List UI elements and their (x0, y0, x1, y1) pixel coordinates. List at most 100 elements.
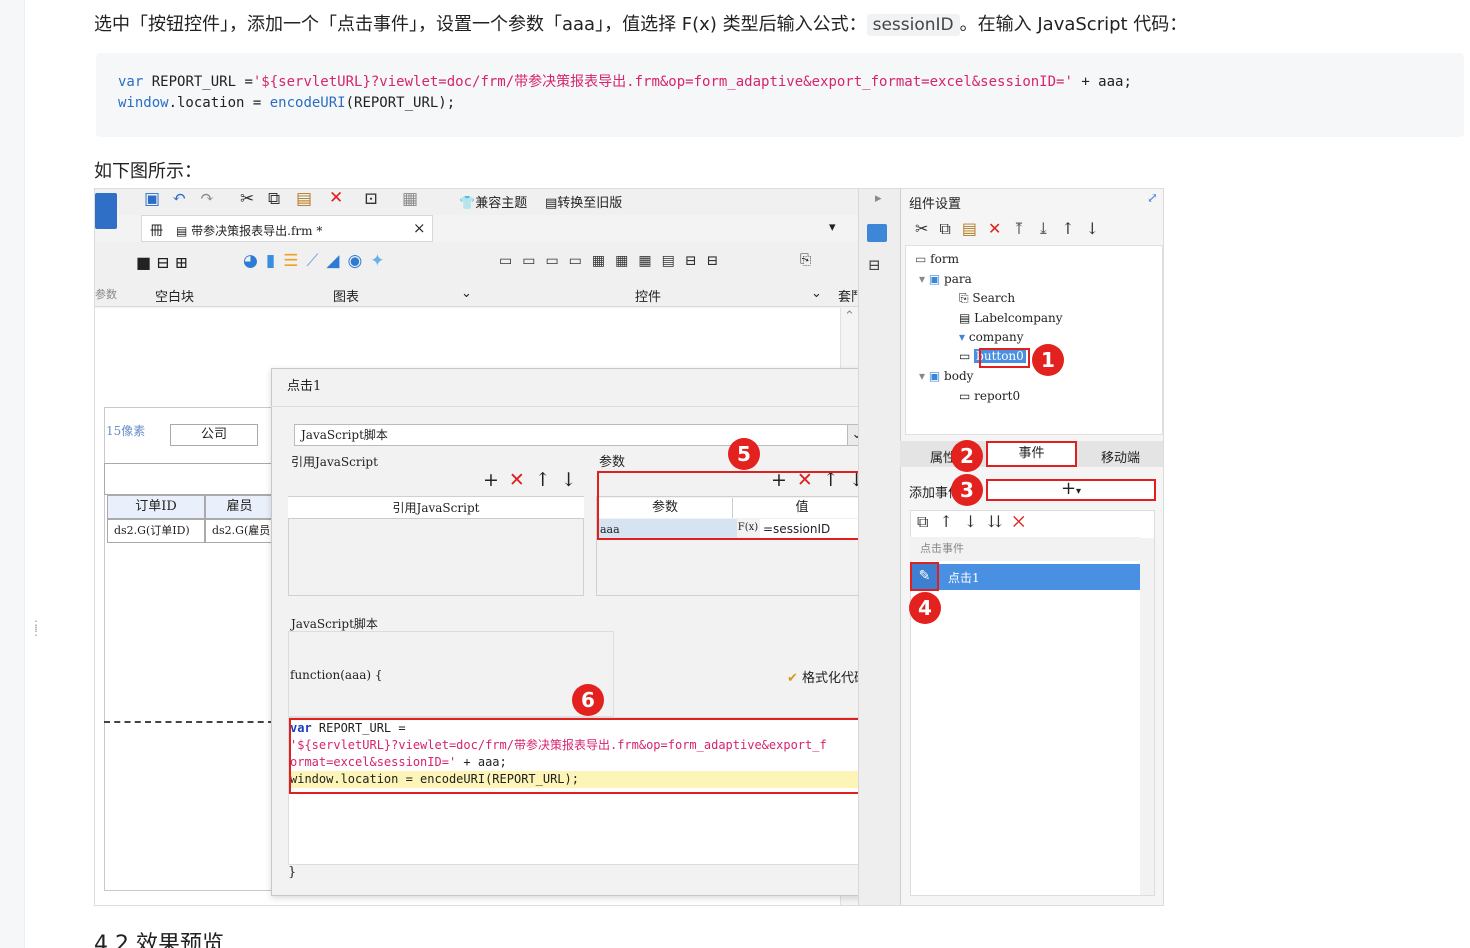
ref-add-icon[interactable]: + (483, 469, 509, 491)
convert-old-button[interactable]: ▤转换至旧版 (545, 192, 622, 211)
code-block: var REPORT_URL ='${servletURL}?viewlet=d… (96, 53, 1464, 137)
delete-icon[interactable]: ✕ (329, 189, 343, 208)
intro-text: 选中「按钮控件」，添加一个「点击事件」，设置一个参数「aaa」，值选择 F(x)… (94, 14, 867, 35)
code-highlight-box (289, 718, 874, 794)
dialog-title: 点击1 (287, 379, 322, 394)
ref-js-column: 引用JavaScript (288, 497, 584, 519)
code-object: window (118, 95, 169, 111)
side-dock (858, 189, 900, 905)
tree-search-label: Search (972, 291, 1016, 305)
tab-event[interactable]: 事件 (986, 441, 1077, 467)
cell-order[interactable]: ds2.G(订单ID) (107, 519, 205, 543)
dock-component-icon[interactable] (867, 224, 887, 242)
designer-screenshot: ▣ ↶ ↷ ✂ ⧉ ▤ ✕ ⊡ ▦ 👕兼容主题 ▤转换至旧版 冊 ▤ 带参决策报… (94, 188, 1164, 906)
cell-emp[interactable]: ds2.G(雇员 (205, 519, 274, 543)
tree-body[interactable]: ▾ ▣ body (919, 369, 973, 383)
chart-expand-icon[interactable]: ⌄ (461, 286, 472, 301)
panel-bottom-icon[interactable]: ⤓ (1037, 219, 1061, 238)
widget-icons[interactable]: ▭▭▭▭▦▦▦▤⊟⊟ (499, 253, 728, 269)
pin-icon[interactable]: ▾ (829, 220, 836, 235)
code-text: .location = (168, 95, 270, 111)
tree-body-label: body (944, 369, 974, 383)
tree-form-label: form (930, 252, 959, 266)
edit-event-icon[interactable]: ✎ (910, 562, 939, 591)
event-copy-icon[interactable]: ⧉ (917, 512, 939, 531)
panel-down-icon[interactable]: ↓ (1086, 219, 1110, 238)
code-text: REPORT_URL = (143, 74, 253, 90)
event-sort-icon[interactable]: ⇊ (988, 512, 1012, 531)
tree-company-label: company (968, 330, 1024, 344)
event-list-scrollbar[interactable] (1140, 538, 1154, 895)
tree-search[interactable]: ⎘ Search (959, 291, 1015, 306)
event-down-icon[interactable]: ↓ (964, 512, 988, 531)
save-icon[interactable]: ▣ (144, 189, 160, 209)
col-order-header[interactable]: 订单ID (107, 495, 205, 519)
event-delete-icon[interactable]: ✕ (1013, 512, 1036, 531)
panel-cut-icon[interactable]: ✂ (915, 219, 939, 238)
func-close: } (288, 865, 297, 880)
tab-close-icon[interactable]: × (413, 219, 426, 237)
event-toolbar: ⧉↑↓⇊✕ (917, 512, 1036, 532)
copy-icon[interactable]: ⧉ (268, 189, 280, 209)
dialog-divider (271, 406, 890, 407)
panel-delete-icon[interactable]: ✕ (988, 219, 1012, 238)
tree-para[interactable]: ▾ ▣ para (919, 272, 972, 286)
script-type-value: JavaScript脚本 (301, 428, 388, 442)
code-function: encodeURI (269, 95, 346, 111)
ref-js-tools: +✕↑↓ (483, 469, 587, 491)
blank-block-icons[interactable]: ■ ⊟ ⊞ (136, 253, 188, 272)
page-break-line (104, 721, 274, 723)
panel-expand-icon[interactable]: ⤢ (1147, 191, 1158, 206)
tab-mobile[interactable]: 移动端 (1101, 447, 1140, 466)
tree-report0[interactable]: ▭ report0 (959, 389, 1020, 403)
convert-old-label: 转换至旧版 (557, 196, 623, 211)
paste-icon[interactable]: ▤ (296, 189, 312, 209)
pixels-label: 15像素 (106, 424, 146, 438)
panel-copy-icon[interactable]: ⧉ (939, 219, 961, 238)
compat-theme-label: 兼容主题 (475, 196, 528, 211)
tree-report0-label: report0 (974, 389, 1021, 403)
tree-company[interactable]: ▾ company (959, 330, 1024, 344)
tab-title: 带参决策报表导出.frm * (191, 224, 323, 238)
event-item[interactable] (910, 564, 1143, 590)
code-text: (REPORT_URL); (345, 95, 456, 111)
template-icon[interactable]: ▦ (402, 189, 418, 209)
dock-layout-icon[interactable]: ⊟ (868, 256, 881, 274)
redo-icon[interactable]: ↷ (200, 189, 214, 208)
col-emp-header[interactable]: 雇员 (205, 495, 274, 519)
chart-icons[interactable]: ◕▮☰⟋◢◉✦ (243, 251, 393, 271)
ref-down-icon[interactable]: ↓ (561, 469, 587, 491)
report-header-box (104, 463, 274, 495)
script-label: JavaScript脚本 (291, 617, 378, 631)
compat-theme-button[interactable]: 👕兼容主题 (459, 192, 527, 211)
event-up-icon[interactable]: ↑ (939, 512, 963, 531)
widget-expand-icon[interactable]: ⌄ (811, 286, 822, 301)
panel-toolbar: ✂⧉▤✕⤒⤓↑↓ (915, 219, 1110, 239)
add-event-button[interactable]: +▾ (986, 479, 1156, 501)
inline-code-sessionid: sessionID (866, 14, 960, 36)
tree-labelcompany[interactable]: ▤ Labelcompany (959, 311, 1063, 325)
next-section-heading: 4.2 效果预览 (94, 932, 224, 948)
dock-collapse-icon[interactable]: ▸ (875, 191, 882, 206)
drag-handle-icon[interactable]: ⋮ ⋮ (30, 619, 42, 640)
panel-paste-icon[interactable]: ▤ (962, 219, 988, 238)
undo-icon[interactable]: ↶ (172, 189, 186, 208)
cut-icon[interactable]: ✂ (240, 189, 254, 209)
widget-label: 控件 (635, 290, 662, 305)
brush-icon: ✔ (787, 671, 798, 686)
ref-js-label: 引用JavaScript (291, 455, 378, 469)
widget-extra-icon[interactable]: ⎘ (800, 252, 811, 268)
ref-delete-icon[interactable]: ✕ (509, 469, 535, 491)
format-code-button[interactable]: ✔ 格式化代码 (787, 667, 867, 686)
tree-form[interactable]: ▭ form (915, 252, 959, 266)
blank-block-label: 空白块 (155, 290, 195, 305)
panel-top-icon[interactable]: ⤒ (1012, 219, 1036, 238)
app-logo-icon (95, 193, 117, 229)
scroll-up-icon[interactable]: ⌃ (844, 309, 855, 324)
ref-up-icon[interactable]: ↑ (535, 469, 561, 491)
grid-icon: 冊 (150, 224, 164, 239)
company-label-widget[interactable]: 公司 (170, 424, 258, 446)
script-type-select[interactable]: JavaScript脚本 (294, 424, 867, 446)
preview-icon[interactable]: ⊡ (364, 189, 378, 209)
panel-up-icon[interactable]: ↑ (1061, 219, 1085, 238)
